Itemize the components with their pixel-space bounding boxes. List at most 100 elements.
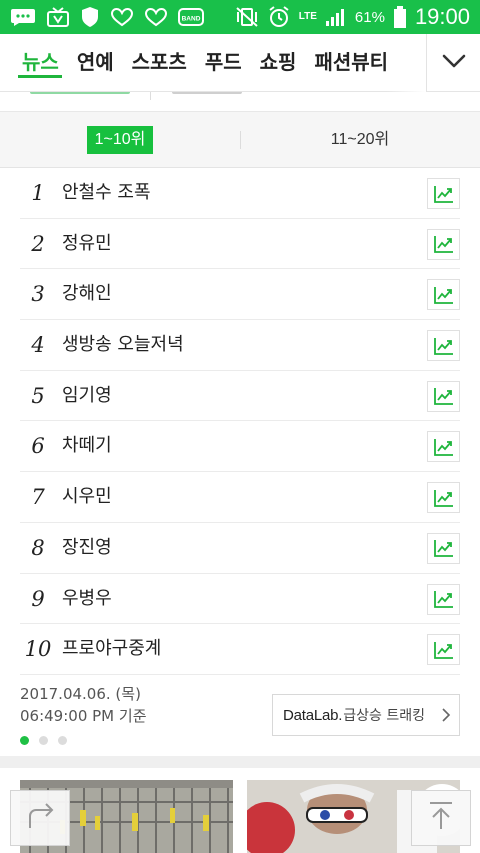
datalab-label: 급상승 트래킹 xyxy=(343,708,426,724)
tabs-fade xyxy=(386,34,426,92)
tab-rank-1-10[interactable]: 1~10위 xyxy=(87,126,153,154)
rank-number: 6 xyxy=(31,434,45,459)
chevron-right-icon xyxy=(441,707,451,727)
lte-icon: LTE xyxy=(299,12,317,22)
list-item[interactable]: 6 차떼기 xyxy=(20,421,460,473)
ranking-list: 1 안철수 조폭 2 정유민 3 강해인 4 생방송 오늘저녁 5 임기영 6 … xyxy=(0,168,480,675)
share-button[interactable] xyxy=(10,790,70,846)
trend-chart-icon xyxy=(433,185,453,203)
trend-chart-button[interactable] xyxy=(427,532,460,564)
trend-chart-button[interactable] xyxy=(427,431,460,463)
keyword[interactable]: 우병우 xyxy=(62,574,112,624)
list-item[interactable]: 2 정유민 xyxy=(20,219,460,270)
alarm-icon xyxy=(267,5,291,29)
band-icon: BAND xyxy=(178,7,204,27)
keyword[interactable]: 시우민 xyxy=(62,472,112,522)
keyword[interactable]: 임기영 xyxy=(62,371,112,421)
peek-green-text xyxy=(30,92,130,94)
tab-shopping[interactable]: 쇼핑 xyxy=(251,34,306,92)
arrow-up-icon xyxy=(428,801,454,835)
list-item[interactable]: 5 임기영 xyxy=(20,371,460,422)
trend-chart-button[interactable] xyxy=(427,380,460,412)
chat-icon xyxy=(10,7,36,27)
trend-chart-icon xyxy=(433,641,453,659)
datalab-trending-button[interactable]: DataLab. 급상승 트래킹 xyxy=(272,694,460,736)
clock: 19:00 xyxy=(414,4,470,29)
page-dot[interactable] xyxy=(39,736,48,745)
trend-chart-icon xyxy=(433,591,453,608)
tab-rank-11-20[interactable]: 11~20위 xyxy=(300,126,420,154)
list-item[interactable]: 10 프로야구중계 xyxy=(20,624,460,675)
keyword[interactable]: 안철수 조폭 xyxy=(62,168,151,218)
tab-news[interactable]: 뉴스 xyxy=(0,34,68,92)
keyword[interactable]: 강해인 xyxy=(62,269,112,319)
signal-icon xyxy=(325,7,347,27)
trend-chart-icon xyxy=(433,236,453,254)
more-tabs-button[interactable] xyxy=(426,34,480,92)
share-icon xyxy=(24,802,56,834)
shield-icon xyxy=(80,6,100,28)
page-dot[interactable] xyxy=(20,736,29,745)
keyword[interactable]: 장진영 xyxy=(62,523,112,573)
ranking-date: 2017.04.06. (목) xyxy=(20,685,141,703)
tab-entertainment[interactable]: 연예 xyxy=(68,34,123,92)
heart-icon xyxy=(144,7,168,27)
rank-number: 5 xyxy=(31,383,45,408)
tab-sports[interactable]: 스포츠 xyxy=(123,34,196,92)
rank-number: 10 xyxy=(24,637,52,662)
trend-chart-button[interactable] xyxy=(427,634,460,666)
peek-grey-text xyxy=(172,92,242,94)
trend-chart-icon xyxy=(433,489,453,507)
tab-food[interactable]: 푸드 xyxy=(196,34,251,92)
rank-range-tabs: 1~10위 11~20위 xyxy=(0,112,480,168)
rank-number: 8 xyxy=(31,535,45,560)
trend-chart-icon xyxy=(433,540,453,558)
trend-chart-icon xyxy=(433,388,453,406)
trend-chart-button[interactable] xyxy=(427,330,460,362)
rank-number: 7 xyxy=(31,485,45,510)
trend-chart-icon xyxy=(433,337,453,355)
trend-chart-icon xyxy=(433,286,453,304)
list-item[interactable]: 4 생방송 오늘저녁 xyxy=(20,320,460,371)
keyword[interactable]: 정유민 xyxy=(62,219,112,269)
category-tabs: 뉴스 연예 스포츠 푸드 쇼핑 패션뷰티 xyxy=(0,34,426,92)
range-divider xyxy=(240,131,241,149)
list-item[interactable]: 7 시우민 xyxy=(20,472,460,523)
section-divider xyxy=(0,756,480,768)
peek-separator xyxy=(150,92,151,100)
scrolled-content-peek xyxy=(0,92,480,112)
page-dot[interactable] xyxy=(58,736,67,745)
trend-chart-icon xyxy=(433,438,453,456)
battery-percent: 61% xyxy=(354,8,385,26)
trend-chart-button[interactable] xyxy=(427,178,460,209)
rank-number: 1 xyxy=(31,181,45,205)
list-item[interactable]: 3 강해인 xyxy=(20,269,460,321)
list-item[interactable]: 1 안철수 조폭 xyxy=(20,168,460,219)
scroll-to-top-button[interactable] xyxy=(411,790,471,846)
keyword[interactable]: 차떼기 xyxy=(62,421,112,471)
keyword[interactable]: 프로야구중계 xyxy=(62,624,161,674)
trend-chart-button[interactable] xyxy=(427,482,460,514)
status-bar: BAND LTE 61% 19:00 xyxy=(0,0,480,34)
ranking-time: 06:49:00 PM 기준 xyxy=(20,707,147,725)
keyword[interactable]: 생방송 오늘저녁 xyxy=(62,320,184,370)
list-item[interactable]: 9 우병우 xyxy=(20,574,460,625)
chevron-down-icon xyxy=(442,53,466,73)
trend-chart-button[interactable] xyxy=(427,583,460,615)
battery-icon xyxy=(393,5,407,29)
trend-chart-button[interactable] xyxy=(427,228,460,260)
tv-icon xyxy=(46,6,70,28)
rank-number: 2 xyxy=(31,231,45,256)
datalab-logo: DataLab. xyxy=(283,706,343,724)
tab-fashion-beauty[interactable]: 패션뷰티 xyxy=(305,34,397,92)
rank-number: 3 xyxy=(31,282,45,307)
trend-chart-button[interactable] xyxy=(427,279,460,311)
category-tab-bar: 뉴스 연예 스포츠 푸드 쇼핑 패션뷰티 xyxy=(0,34,480,92)
page-indicator xyxy=(20,736,67,745)
heart-icon xyxy=(110,7,134,27)
rank-number: 9 xyxy=(31,586,45,611)
band-icon-label: BAND xyxy=(182,16,201,23)
rank-number: 4 xyxy=(31,333,45,358)
list-item[interactable]: 8 장진영 xyxy=(20,523,460,574)
ranking-footer: 2017.04.06. (목) 06:49:00 PM 기준 DataLab. … xyxy=(0,674,480,754)
